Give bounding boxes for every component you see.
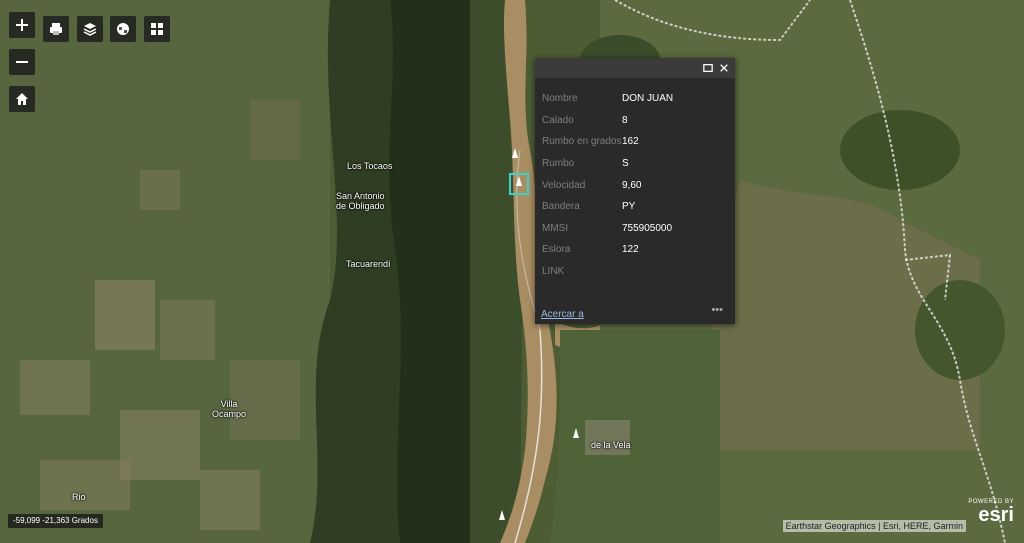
attribute-value: 755905000 bbox=[622, 222, 673, 234]
place-label-san-antonio: San Antonio de Obligado bbox=[336, 191, 385, 211]
place-label-tacuarendi: Tacuarendí bbox=[346, 259, 391, 269]
layers-icon bbox=[83, 23, 97, 36]
link-value[interactable] bbox=[622, 261, 728, 283]
popup-header bbox=[535, 58, 735, 78]
attribute-value: 9,60 bbox=[622, 179, 642, 191]
attribute-row: Bandera PY bbox=[542, 196, 728, 218]
zoom-in-button[interactable] bbox=[9, 12, 35, 38]
place-label-los-tocaos: Los Tocaos bbox=[347, 161, 393, 171]
attribute-row: Rumbo en grados 162 bbox=[542, 131, 728, 153]
map-imagery bbox=[0, 0, 1024, 543]
esri-wordmark: esri bbox=[978, 504, 1014, 526]
basemap-icon bbox=[117, 23, 129, 35]
zoom-to-link[interactable]: Acercar a bbox=[541, 309, 584, 320]
attribute-value: 8 bbox=[622, 114, 628, 126]
attribute-key: Eslora bbox=[542, 244, 571, 256]
attribute-value: PY bbox=[622, 201, 636, 213]
attribute-key: Bandera bbox=[542, 201, 580, 213]
attribute-key: Calado bbox=[542, 114, 574, 126]
attribute-value: 162 bbox=[622, 136, 639, 148]
attribute-key: Rumbo en grados bbox=[542, 136, 622, 148]
attribute-row: Eslora 122 bbox=[542, 239, 728, 261]
attribute-value: DON JUAN bbox=[622, 93, 674, 105]
attribute-table: Nombre DON JUAN Calado 8 Rumbo en grados 16… bbox=[542, 88, 728, 282]
print-button[interactable] bbox=[43, 16, 69, 42]
attribute-row: Nombre DON JUAN bbox=[542, 88, 728, 110]
vessel-info-popup: Nombre DON JUAN Calado 8 Rumbo en grados 16… bbox=[535, 58, 735, 324]
place-label-bottom-left: Rio bbox=[72, 492, 86, 502]
attribute-row: Calado 8 bbox=[542, 110, 728, 132]
coordinate-readout: -59,099 -21,363 Grados bbox=[8, 514, 103, 528]
map-attribution[interactable]: Earthstar Geographics | Esri, HERE, Garm… bbox=[782, 520, 966, 532]
attribute-key: Rumbo bbox=[542, 158, 575, 170]
layers-button[interactable] bbox=[77, 16, 103, 42]
more-actions-button[interactable]: ••• bbox=[711, 304, 723, 316]
place-label-la-vela: de la Vela bbox=[591, 440, 631, 450]
plus-icon bbox=[16, 19, 28, 31]
printer-icon bbox=[50, 23, 62, 35]
zoom-out-button[interactable] bbox=[9, 49, 35, 75]
esri-logo[interactable]: POWERED BY esri bbox=[968, 499, 1014, 525]
close-icon bbox=[720, 64, 728, 72]
grid-button[interactable] bbox=[144, 16, 170, 42]
attribute-value: 122 bbox=[622, 244, 639, 256]
basemap-button[interactable] bbox=[110, 16, 136, 42]
popup-footer: Acercar a ••• bbox=[541, 304, 729, 320]
selected-vessel-highlight[interactable] bbox=[509, 173, 529, 195]
place-label-villa-ocampo: Villa Ocampo bbox=[212, 399, 247, 419]
attribute-row: MMSI 755905000 bbox=[542, 218, 728, 240]
minus-icon bbox=[16, 61, 28, 63]
home-button[interactable] bbox=[9, 86, 35, 112]
attribute-row: Velocidad 9,60 bbox=[542, 174, 728, 196]
attribute-key: MMSI bbox=[542, 222, 569, 234]
attribute-key: Velocidad bbox=[542, 179, 586, 191]
attribute-row: LINK bbox=[542, 261, 728, 283]
satellite-map[interactable]: Los Tocaos San Antonio de Obligado Tacua… bbox=[0, 0, 1024, 543]
attribute-value: S bbox=[622, 158, 629, 170]
close-button[interactable] bbox=[717, 61, 731, 75]
attribute-row: Rumbo S bbox=[542, 153, 728, 175]
grid-icon bbox=[151, 23, 163, 35]
attribute-key: LINK bbox=[542, 266, 565, 278]
maximize-button[interactable] bbox=[701, 61, 715, 75]
attribute-key: Nombre bbox=[542, 93, 578, 105]
home-icon bbox=[16, 93, 28, 105]
maximize-icon bbox=[703, 64, 713, 72]
